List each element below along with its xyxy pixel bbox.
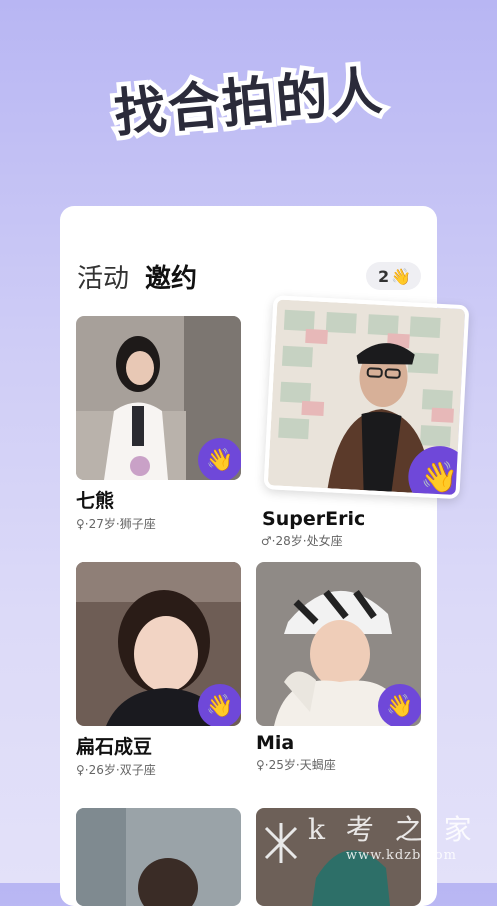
profile-photo: 👋 <box>263 295 470 500</box>
profile-card[interactable]: 👋 扁石成豆 ♀·26岁·双子座 <box>76 562 241 778</box>
profile-photo: 👋 <box>256 562 421 726</box>
profile-meta: ♀·27岁·狮子座 <box>76 517 156 531</box>
profile-photo: 👋 <box>76 316 241 480</box>
wave-button[interactable]: 👋 <box>198 438 241 480</box>
profile-meta: ♂·28岁·处女座 <box>260 533 343 548</box>
watermark: k 考 之 家 www.kdzb.com <box>300 808 497 883</box>
wave-hand-icon: 👋 <box>391 266 411 286</box>
wave-count-badge[interactable]: 2 👋 <box>365 262 421 290</box>
profile-card[interactable]: 👋 Mia ♀·25岁·天蝎座 <box>256 562 421 773</box>
profile-name: 扁石成豆 <box>76 736 153 758</box>
profile-name: SuperEric <box>262 507 366 530</box>
headline: 找合拍的人 <box>107 57 390 149</box>
wave-button[interactable]: 👋 <box>198 684 241 726</box>
wave-button[interactable]: 👋 <box>378 684 421 726</box>
profile-photo <box>76 808 241 906</box>
wave-count: 2 <box>377 266 390 286</box>
profile-name: Mia <box>256 732 295 754</box>
profile-card[interactable]: 👋 七熊 ♀·27岁·狮子座 <box>76 316 241 532</box>
profile-photo: 👋 <box>76 562 241 726</box>
tab-invite[interactable]: 邀约 <box>145 258 197 295</box>
tab-bar: 活动 邀约 <box>77 258 197 298</box>
profile-meta: ♀·25岁·天蝎座 <box>256 758 336 772</box>
watermark-text: k 考 之 家 <box>308 813 478 846</box>
profile-card[interactable] <box>76 808 241 906</box>
watermark-url: www.kdzb.com <box>346 848 457 863</box>
profile-card-featured[interactable]: 👋 SuperEric ♂·28岁·处女座 <box>260 295 470 554</box>
profile-meta: ♀·26岁·双子座 <box>76 763 156 777</box>
tab-activity[interactable]: 活动 <box>77 258 129 295</box>
profile-name: 七熊 <box>76 490 115 512</box>
